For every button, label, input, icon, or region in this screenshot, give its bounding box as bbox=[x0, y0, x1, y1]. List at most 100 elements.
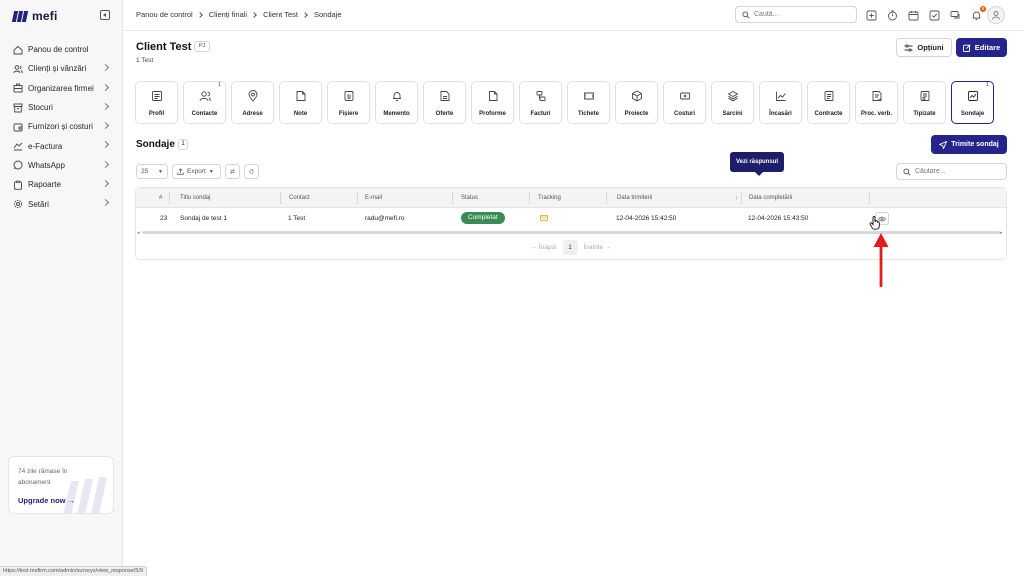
cell-completed-date: 12-04-2026 15:43:50 bbox=[748, 215, 809, 222]
page-size-value: 25 bbox=[141, 168, 149, 175]
column-header-contact[interactable]: Contact bbox=[289, 195, 310, 201]
add-icon[interactable] bbox=[865, 9, 878, 22]
section-count-badge: 1 bbox=[178, 139, 188, 150]
options-label: Opțiuni bbox=[917, 43, 944, 52]
box-icon bbox=[13, 103, 23, 113]
tab-note[interactable]: Note bbox=[279, 81, 322, 124]
tab-oferte[interactable]: Oferte bbox=[423, 81, 466, 124]
chevron-right-icon bbox=[101, 199, 110, 207]
sidebar-item-panou-de-control[interactable]: Panou de control bbox=[0, 40, 122, 59]
status-badge: Completat bbox=[461, 212, 505, 224]
tab-sondaje[interactable]: 1 Sondaje bbox=[951, 81, 994, 124]
wallet-icon bbox=[13, 122, 23, 132]
tab-tipizate[interactable]: Tipizate bbox=[903, 81, 946, 124]
pagination-next[interactable]: Înainte → bbox=[584, 244, 612, 251]
send-survey-label: Trimite sondaj bbox=[951, 141, 999, 148]
tab-label: Costuri bbox=[674, 111, 695, 117]
sidebar-item-whatsapp[interactable]: WhatsApp bbox=[0, 156, 122, 175]
tab-sarcini[interactable]: Sarcini bbox=[711, 81, 754, 124]
tab-costuri[interactable]: Costuri bbox=[663, 81, 706, 124]
tab-label: Profil bbox=[148, 111, 165, 117]
avatar[interactable] bbox=[987, 6, 1005, 24]
sidebar-item-furnizori[interactable]: Furnizori și costuri bbox=[0, 117, 122, 136]
scroll-left-icon[interactable]: ◂ bbox=[137, 230, 140, 236]
column-header-sent-date[interactable]: Data trimiterii bbox=[617, 195, 652, 201]
sidebar-item-rapoarte[interactable]: Rapoarte bbox=[0, 175, 122, 194]
column-header-email[interactable]: E-mail bbox=[365, 195, 382, 201]
chevron-down-icon: ▼ bbox=[208, 168, 214, 175]
tab-memento[interactable]: Memento bbox=[375, 81, 418, 124]
tab-label: Tichete bbox=[578, 111, 599, 117]
tab-tichete[interactable]: Tichete bbox=[567, 81, 610, 124]
edit-button[interactable]: Editare bbox=[956, 38, 1007, 57]
tab-contacte[interactable]: 1 Contacte bbox=[183, 81, 226, 124]
tab-label: Oferte bbox=[435, 111, 454, 117]
scroll-right-icon[interactable]: ▸ bbox=[1000, 230, 1003, 236]
file-icon bbox=[343, 90, 355, 102]
breadcrumb-item[interactable]: Panou de control bbox=[136, 10, 193, 19]
calendar-icon[interactable] bbox=[907, 9, 920, 22]
chat-icon[interactable] bbox=[949, 9, 962, 22]
sidebar-item-clienti[interactable]: Clienți și vânzări bbox=[0, 59, 122, 78]
export-button[interactable]: Export ▼ bbox=[172, 164, 221, 179]
send-survey-button[interactable]: Trimite sondaj bbox=[931, 135, 1007, 154]
cell-email[interactable]: radu@mefi.ro bbox=[365, 215, 404, 222]
sort-desc-icon[interactable]: ↓ bbox=[735, 195, 738, 201]
table-search-input[interactable] bbox=[915, 168, 1000, 175]
task-check-icon[interactable] bbox=[928, 9, 941, 22]
column-header-id[interactable]: # bbox=[159, 195, 162, 201]
breadcrumb-item[interactable]: Clienți finali bbox=[209, 10, 247, 19]
refresh-button[interactable] bbox=[244, 164, 259, 179]
tab-adrese[interactable]: Adrese bbox=[231, 81, 274, 124]
column-header-title[interactable]: Titlu sondaj bbox=[180, 195, 210, 201]
tab-label: Contacte bbox=[191, 111, 218, 117]
chart-line-icon bbox=[775, 90, 787, 102]
swap-columns-button[interactable] bbox=[225, 164, 240, 179]
tab-incasari[interactable]: Încasări bbox=[759, 81, 802, 124]
column-divider bbox=[280, 192, 281, 204]
tab-contracte[interactable]: Contracte bbox=[807, 81, 850, 124]
column-header-tracking[interactable]: Tracking bbox=[538, 195, 561, 201]
tab-label: Contracte bbox=[814, 111, 843, 117]
tab-label: Sondaje bbox=[960, 111, 985, 117]
tab-label: Facturi bbox=[530, 111, 551, 117]
page-size-select[interactable]: 25 ▼ bbox=[136, 164, 168, 179]
pagination-page[interactable]: 1 bbox=[562, 240, 578, 255]
breadcrumb-item[interactable]: Client Test bbox=[263, 10, 298, 19]
timer-icon[interactable] bbox=[886, 9, 899, 22]
tab-fisiere[interactable]: Fișiere bbox=[327, 81, 370, 124]
org-icon bbox=[13, 83, 23, 93]
upload-icon bbox=[177, 168, 184, 175]
tab-proc-verb[interactable]: Proc. verb. bbox=[855, 81, 898, 124]
cell-contact[interactable]: 1 Test bbox=[288, 215, 305, 222]
pagination-prev[interactable]: ← Înapoi bbox=[531, 244, 557, 251]
upgrade-now-link[interactable]: Upgrade now → bbox=[18, 496, 75, 505]
layers-icon bbox=[727, 90, 739, 102]
sidebar-item-stocuri[interactable]: Stocuri bbox=[0, 98, 122, 117]
sidebar-item-setari[interactable]: Setări bbox=[0, 194, 122, 213]
table-search[interactable] bbox=[896, 163, 1007, 180]
column-header-completed-date[interactable]: Data completării bbox=[749, 195, 792, 201]
tab-count: 1 bbox=[985, 82, 989, 88]
sidebar-item-efactura[interactable]: e-Factura bbox=[0, 136, 122, 155]
column-divider bbox=[606, 192, 607, 204]
options-button[interactable]: Opțiuni bbox=[896, 38, 952, 57]
search-input[interactable] bbox=[754, 11, 844, 18]
global-search[interactable] bbox=[735, 6, 857, 23]
column-header-status[interactable]: Status bbox=[461, 195, 478, 201]
bell-icon[interactable]: 9 bbox=[970, 6, 986, 22]
tab-facturi[interactable]: Facturi bbox=[519, 81, 562, 124]
cell-title[interactable]: Sondaj de test 1 bbox=[180, 215, 227, 222]
sidebar-item-organizarea-firmei[interactable]: Organizarea firmei bbox=[0, 79, 122, 98]
tab-label: Încasări bbox=[769, 111, 792, 117]
chevron-down-icon: ▼ bbox=[158, 168, 163, 175]
tab-proiecte[interactable]: Proiecte bbox=[615, 81, 658, 124]
client-contact-line: 1 Test bbox=[136, 57, 154, 64]
collapse-sidebar-icon[interactable] bbox=[100, 10, 110, 20]
tab-proforme[interactable]: Proforme bbox=[471, 81, 514, 124]
sidebar-nav: Panou de control Clienți și vânzări Orga… bbox=[0, 40, 122, 214]
tab-profil[interactable]: Profil bbox=[135, 81, 178, 124]
tab-label: Adrese bbox=[242, 111, 263, 117]
logo[interactable]: mefi bbox=[11, 9, 57, 23]
tab-label: Proc. verb. bbox=[860, 111, 892, 117]
